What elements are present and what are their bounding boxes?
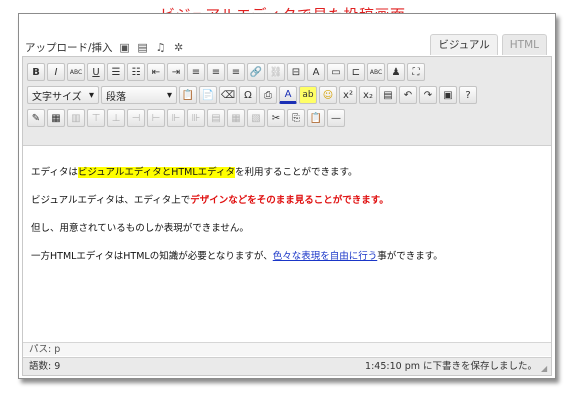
indent-button[interactable]: ⇥ bbox=[167, 63, 185, 81]
font-size-select-label: 文字サイズ bbox=[32, 91, 82, 103]
numbered-list-button[interactable]: ☷ bbox=[127, 63, 145, 81]
autosave-status: 1:45:10 pm に下書きを保存しました。 bbox=[365, 361, 537, 372]
resize-handle-icon[interactable]: ◢ bbox=[541, 365, 549, 373]
insert-media-button[interactable]: ▣ bbox=[439, 86, 457, 104]
content-link[interactable]: 色々な表現を自由に行う bbox=[273, 251, 378, 262]
align-right-button[interactable]: ≡ bbox=[227, 63, 245, 81]
editor-content[interactable]: エディタはビジュアルエディタとHTMLエディタを利用することができます。 ビジュ… bbox=[23, 146, 551, 342]
clear-format-button[interactable]: ⌫ bbox=[219, 86, 237, 104]
p1-text-after: を利用することができます。 bbox=[235, 167, 358, 178]
horizontal-rule-button[interactable]: — bbox=[327, 109, 345, 127]
italic-button[interactable]: I bbox=[47, 63, 65, 81]
video-icon[interactable]: ▤ bbox=[137, 41, 149, 54]
merge-cells-button[interactable]: ▦ bbox=[227, 109, 245, 127]
paste-button[interactable]: 📋 bbox=[307, 109, 325, 127]
word-count: 語数: 9 bbox=[29, 361, 61, 372]
cell-props-button[interactable]: ▧ bbox=[247, 109, 265, 127]
page-break-button[interactable]: ▭ bbox=[327, 63, 345, 81]
delete-row-button[interactable]: ⊣ bbox=[127, 109, 145, 127]
red-bold-text: デザインなどをそのまま見ることができます。 bbox=[190, 195, 389, 206]
edit-css-button[interactable]: ✎ bbox=[27, 109, 45, 127]
toolbar-row-1: B I ABC U ☰ ☷ ⇤ ⇥ ≡ ≡ ≡ 🔗 ⛓ ⊟ A ▭ ⊏ ABC ♟ ⛶ bbox=[27, 61, 425, 83]
p4-text-after: 事ができます。 bbox=[377, 251, 443, 262]
col-before-button[interactable]: ⊢ bbox=[147, 109, 165, 127]
print-button[interactable]: ⎙ bbox=[259, 86, 277, 104]
toolbar-row-3: ✎ ▦ ▥ ⊤ ⊥ ⊣ ⊢ ⊩ ⊪ ▤ ▦ ▧ ✂ ⎘ 📋 — bbox=[27, 107, 345, 129]
strikethrough-button[interactable]: ABC bbox=[67, 63, 85, 81]
media-buttons: アップロード/挿入 ▣ ▤ ♫ ✲ bbox=[25, 38, 185, 56]
paragraph-2: ビジュアルエディタは、エディタ上でデザインなどをそのまま見ることができます。 bbox=[31, 192, 389, 206]
row-before-button[interactable]: ⊤ bbox=[87, 109, 105, 127]
underline-color-button[interactable]: A bbox=[307, 63, 325, 81]
paragraph-select-label: 段落 bbox=[106, 91, 126, 103]
insert-link-button[interactable]: 🔗 bbox=[247, 63, 265, 81]
highlight-color-button[interactable]: ab bbox=[299, 86, 317, 104]
insert-line-button[interactable]: ⊏ bbox=[347, 63, 365, 81]
toolbar-row-2: 文字サイズ ▾ 段落 ▾ 📋 📄 ⌫ Ω ⎙ Aab ☺ x² x₂ ▤ ↶ ↷ ▣? bbox=[27, 84, 477, 106]
redo-button[interactable]: ↷ bbox=[419, 86, 437, 104]
paragraph-4: 一方HTMLエディタはHTMLの知識が必要となりますが、色々な表現を自由に行う事… bbox=[31, 248, 443, 262]
emoticon-button[interactable]: ☺ bbox=[319, 86, 337, 104]
editor-area: B I ABC U ☰ ☷ ⇤ ⇥ ≡ ≡ ≡ 🔗 ⛓ ⊟ A ▭ ⊏ ABC ♟ ⛶ 文字サイズ ▾ 段落 ▾ 📋 📄… bbox=[22, 56, 552, 376]
paragraph-1: エディタはビジュアルエディタとHTMLエディタを利用することができます。 bbox=[31, 164, 358, 178]
editor-tabs: ビジュアル HTML bbox=[430, 34, 547, 55]
media-icon[interactable]: ✲ bbox=[173, 41, 185, 54]
editor-toolbar: B I ABC U ☰ ☷ ⇤ ⇥ ≡ ≡ ≡ 🔗 ⛓ ⊟ A ▭ ⊏ ABC ♟ ⛶ 文字サイズ ▾ 段落 ▾ 📋 📄… bbox=[23, 57, 551, 146]
tab-html[interactable]: HTML bbox=[501, 34, 547, 55]
help-button[interactable]: ? bbox=[459, 86, 477, 104]
cut-button[interactable]: ✂ bbox=[267, 109, 285, 127]
align-center-button[interactable]: ≡ bbox=[207, 63, 225, 81]
text-color-button[interactable]: A bbox=[279, 86, 297, 104]
fullscreen-button[interactable]: ⛶ bbox=[407, 63, 425, 81]
spellcheck-button[interactable]: ABC bbox=[367, 63, 385, 81]
chevron-down-icon: ▾ bbox=[166, 89, 172, 101]
p1-text-before: エディタは bbox=[31, 167, 78, 178]
tab-visual[interactable]: ビジュアル bbox=[430, 34, 498, 55]
paste-word-button[interactable]: 📄 bbox=[199, 86, 217, 104]
list-style-button[interactable]: ▤ bbox=[379, 86, 397, 104]
row-after-button[interactable]: ⊥ bbox=[107, 109, 125, 127]
audio-icon[interactable]: ♫ bbox=[155, 41, 167, 54]
split-cells-button[interactable]: ▤ bbox=[207, 109, 225, 127]
more-tag-button[interactable]: ⊟ bbox=[287, 63, 305, 81]
font-size-select[interactable]: 文字サイズ ▾ bbox=[27, 86, 99, 104]
post-editor-window: アップロード/挿入 ▣ ▤ ♫ ✲ ビジュアル HTML B I ABC U ☰ ☷ ⇤ ⇥ ≡… bbox=[18, 13, 556, 379]
element-path: パス: p bbox=[23, 342, 551, 356]
highlighted-text: ビジュアルエディタとHTMLエディタ bbox=[77, 167, 235, 178]
paste-text-button[interactable]: 📋 bbox=[179, 86, 197, 104]
underline-button[interactable]: U bbox=[87, 63, 105, 81]
col-after-button[interactable]: ⊩ bbox=[167, 109, 185, 127]
p2-text-before: ビジュアルエディタは、エディタ上で bbox=[31, 195, 191, 206]
paragraph-select[interactable]: 段落 ▾ bbox=[101, 86, 177, 104]
insert-table-button[interactable]: ▦ bbox=[47, 109, 65, 127]
subscript-button[interactable]: x₂ bbox=[359, 86, 377, 104]
find-button[interactable]: ♟ bbox=[387, 63, 405, 81]
p4-text-before: 一方HTMLエディタはHTMLの知識が必要となりますが、 bbox=[31, 251, 273, 262]
upload-insert-label: アップロード/挿入 bbox=[25, 41, 113, 54]
image-icon[interactable]: ▣ bbox=[119, 41, 131, 54]
undo-button[interactable]: ↶ bbox=[399, 86, 417, 104]
paragraph-3: 但し、用意されているものしか表現ができません。 bbox=[31, 220, 249, 234]
unlink-button[interactable]: ⛓ bbox=[267, 63, 285, 81]
delete-col-button[interactable]: ⊪ bbox=[187, 109, 205, 127]
p3-text: 但し、用意されているものしか表現ができません。 bbox=[31, 223, 249, 234]
status-bar: 語数: 9 1:45:10 pm に下書きを保存しました。 ◢ bbox=[23, 357, 551, 375]
outdent-button[interactable]: ⇤ bbox=[147, 63, 165, 81]
bold-button[interactable]: B bbox=[27, 63, 45, 81]
chevron-down-icon: ▾ bbox=[88, 89, 94, 101]
special-char-button[interactable]: Ω bbox=[239, 86, 257, 104]
superscript-button[interactable]: x² bbox=[339, 86, 357, 104]
bullet-list-button[interactable]: ☰ bbox=[107, 63, 125, 81]
table-props-button[interactable]: ▥ bbox=[67, 109, 85, 127]
copy-button[interactable]: ⎘ bbox=[287, 109, 305, 127]
align-left-button[interactable]: ≡ bbox=[187, 63, 205, 81]
